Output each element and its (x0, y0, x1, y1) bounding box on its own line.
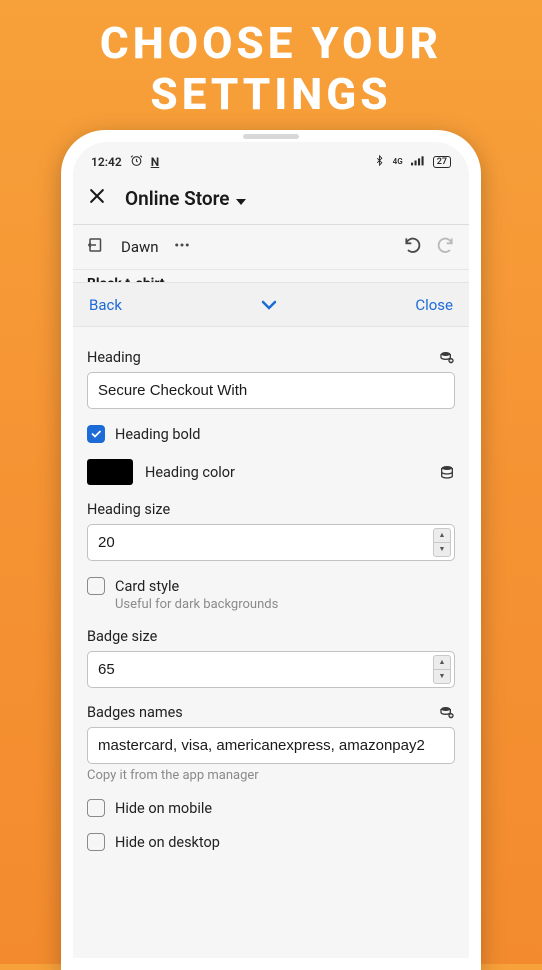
status-time: 12:42 (91, 155, 122, 169)
redo-icon[interactable] (435, 235, 455, 259)
signal-icon (411, 155, 425, 169)
hide-desktop-checkbox[interactable] (87, 833, 105, 851)
heading-bold-checkbox[interactable] (87, 425, 105, 443)
heading-bold-label: Heading bold (115, 426, 201, 443)
field-heading-size: Heading size ▲ ▼ (87, 501, 455, 561)
heading-input[interactable] (87, 372, 455, 409)
preview-product: Black t-shirt (87, 276, 165, 282)
field-heading-bold[interactable]: Heading bold (87, 425, 455, 443)
step-up-icon[interactable]: ▲ (433, 655, 451, 669)
more-icon[interactable] (173, 236, 191, 258)
hide-mobile-label: Hide on mobile (115, 800, 212, 817)
alarm-icon (130, 154, 143, 170)
notification-icon: N (151, 155, 159, 169)
badges-names-help: Copy it from the app manager (87, 768, 455, 783)
promo-line-2: settings (0, 69, 542, 120)
field-badges-names: Badges names Copy it from the app manage… (87, 704, 455, 783)
hide-mobile-checkbox[interactable] (87, 799, 105, 817)
phone-frame: 12:42 N 4G 27 (61, 130, 481, 970)
dynamic-source-icon[interactable] (439, 350, 455, 366)
dynamic-source-icon[interactable] (439, 705, 455, 721)
phone-screen: 12:42 N 4G 27 (73, 142, 469, 958)
heading-color-swatch[interactable] (87, 459, 133, 485)
field-badge-size: Badge size ▲ ▼ (87, 628, 455, 688)
app-header: Online Store (73, 176, 469, 225)
badges-names-label: Badges names (87, 704, 183, 721)
field-card-style: Card style Useful for dark backgrounds (87, 577, 455, 612)
section-nav: Back Close (73, 282, 469, 327)
app-title-label: Online Store (125, 187, 230, 210)
step-down-icon[interactable]: ▼ (433, 542, 451, 557)
field-heading: Heading (87, 349, 455, 409)
preview-strip: Black t-shirt (73, 270, 469, 282)
phone-speaker (243, 134, 299, 139)
app-title[interactable]: Online Store (125, 187, 246, 210)
bluetooth-icon (374, 154, 385, 170)
heading-color-label: Heading color (145, 464, 235, 481)
badge-size-stepper[interactable]: ▲ ▼ (433, 655, 451, 684)
settings-panel: Heading Heading bold Heading color (73, 327, 469, 851)
close-icon[interactable] (87, 186, 107, 210)
heading-size-stepper[interactable]: ▲ ▼ (433, 528, 451, 557)
badges-names-input[interactable] (87, 727, 455, 764)
step-up-icon[interactable]: ▲ (433, 528, 451, 542)
chevron-down-icon[interactable] (261, 295, 277, 314)
editor-toolbar: Dawn (73, 225, 469, 270)
field-hide-desktop[interactable]: Hide on desktop (87, 833, 455, 851)
back-link[interactable]: Back (89, 296, 122, 314)
network-icon: 4G (393, 158, 403, 166)
card-style-help: Useful for dark backgrounds (115, 597, 455, 612)
status-right: 4G 27 (374, 154, 451, 170)
promo-line-1: Choose your (0, 18, 542, 69)
badge-size-label: Badge size (87, 628, 157, 645)
dynamic-source-icon[interactable] (439, 464, 455, 480)
promo-title: Choose your settings (0, 0, 542, 119)
close-link[interactable]: Close (415, 296, 453, 314)
status-bar: 12:42 N 4G 27 (73, 142, 469, 176)
theme-name[interactable]: Dawn (121, 238, 159, 256)
undo-icon[interactable] (403, 235, 423, 259)
battery-icon: 27 (433, 156, 451, 168)
heading-size-label: Heading size (87, 501, 170, 518)
card-style-checkbox[interactable] (87, 577, 105, 595)
badge-size-input[interactable] (87, 651, 455, 688)
hide-desktop-label: Hide on desktop (115, 834, 220, 851)
field-heading-color: Heading color (87, 459, 455, 485)
step-down-icon[interactable]: ▼ (433, 669, 451, 684)
heading-size-input[interactable] (87, 524, 455, 561)
card-style-label: Card style (115, 578, 179, 595)
field-hide-mobile[interactable]: Hide on mobile (87, 799, 455, 817)
heading-label: Heading (87, 349, 141, 366)
status-left: 12:42 N (91, 154, 159, 170)
exit-icon[interactable] (87, 236, 105, 258)
caret-down-icon (236, 187, 246, 210)
